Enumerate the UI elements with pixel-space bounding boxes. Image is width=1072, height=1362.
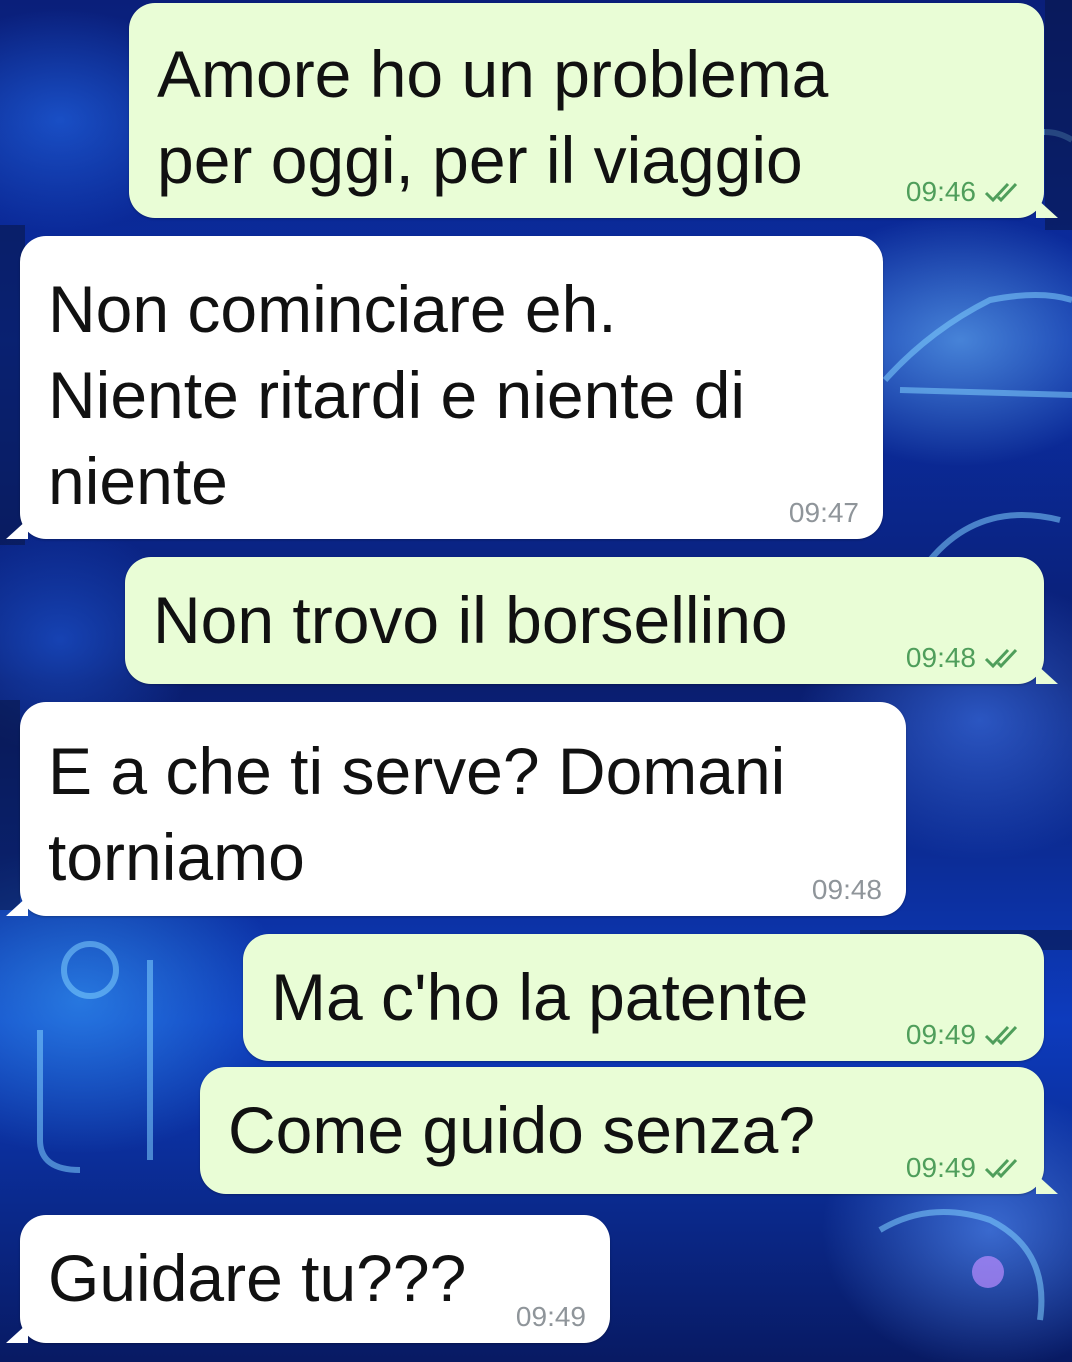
message-text: Non trovo il borsellino [153,583,788,657]
message-text: E a che ti serve? Domani torniamo [48,734,786,894]
double-check-icon [984,648,1018,669]
double-check-icon [984,1025,1018,1046]
message-text: Amore ho un problema per oggi, per il vi… [157,37,829,197]
message-incoming[interactable]: Non cominciare eh. Niente ritardi e nien… [6,236,883,539]
double-check-icon [984,182,1018,203]
message-time: 09:49 [905,1019,976,1050]
message-meta: 09:48 [812,874,882,906]
message-meta: 09:46 [906,176,1024,208]
message-incoming[interactable]: E a che ti serve? Domani torniamo 09:48 [6,702,906,916]
message-list[interactable]: Amore ho un problema per oggi, per il vi… [0,0,1072,1362]
message-meta: 09:49 [516,1301,586,1333]
message-time: 09:48 [905,642,976,673]
message-outgoing[interactable]: Amore ho un problema per oggi, per il vi… [129,3,1058,218]
message-text: Guidare tu??? [48,1241,467,1315]
message-outgoing[interactable]: Non trovo il borsellino 09:48 [125,557,1058,684]
double-check-icon [984,1158,1018,1179]
message-time: 09:46 [905,176,976,207]
message-time: 09:49 [905,1152,976,1183]
message-text: Ma c'ho la patente [271,960,809,1034]
message-outgoing[interactable]: Come guido senza? 09:49 [200,1067,1058,1194]
message-meta: 09:47 [789,497,859,529]
message-text: Come guido senza? [228,1093,816,1167]
message-time: 09:49 [515,1301,586,1332]
message-meta: 09:48 [906,642,1024,674]
message-incoming[interactable]: Guidare tu??? 09:49 [6,1215,610,1343]
message-outgoing[interactable]: Ma c'ho la patente 09:49 [243,934,1044,1061]
message-time: 09:47 [788,497,859,528]
message-time: 09:48 [811,874,882,905]
message-meta: 09:49 [906,1019,1024,1051]
message-text: Non cominciare eh. Niente ritardi e nien… [48,272,746,518]
message-meta: 09:49 [906,1152,1024,1184]
